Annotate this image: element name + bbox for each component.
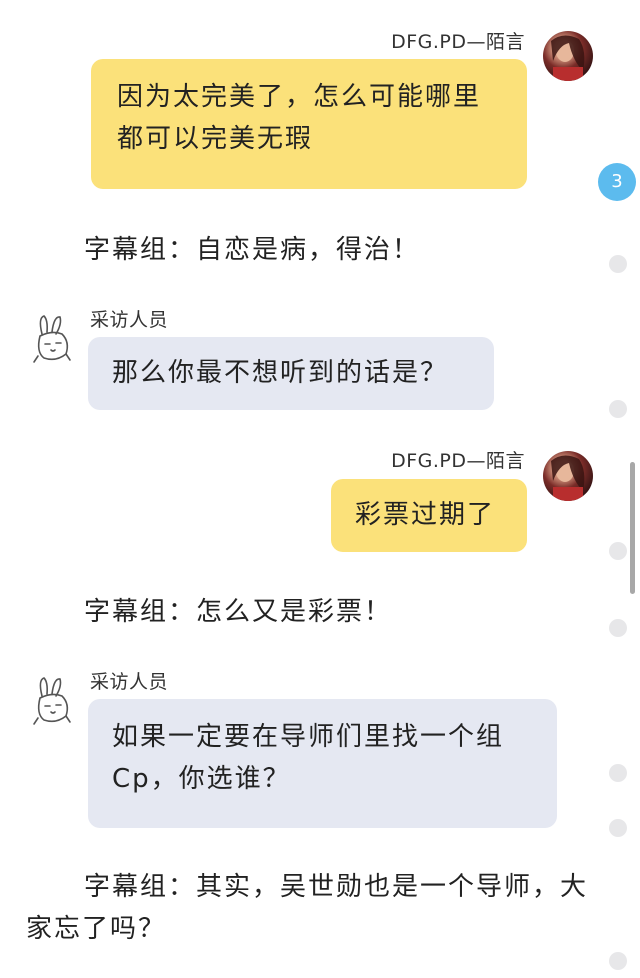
sender-name: DFG.PD—陌言 (391, 450, 525, 472)
scroll-marker-dot[interactable] (609, 542, 627, 560)
subtitle-text: 字幕组：自恋是病，得治！ (84, 235, 421, 265)
scroll-marker-dot[interactable] (609, 819, 627, 837)
message-text: 因为太完美了，怎么可能哪里都可以完美无瑕 (117, 82, 482, 154)
subtitle-text: 字幕组：其实，吴世勋也是一个导师，大家忘了吗？ (26, 872, 589, 944)
subtitle-text: 字幕组：怎么又是彩票！ (84, 597, 393, 627)
message-bubble[interactable]: 如果一定要在导师们里找一个组Cp，你选谁？ (88, 699, 557, 828)
message-bubble[interactable]: 那么你最不想听到的话是？ (88, 337, 494, 410)
user-avatar[interactable] (543, 31, 593, 81)
bunny-sticker-icon[interactable] (26, 674, 78, 726)
sender-name: 采访人员 (90, 309, 169, 331)
scroll-marker-dot[interactable] (609, 619, 627, 637)
scrollbar-thumb[interactable] (630, 462, 635, 594)
message-text: 如果一定要在导师们里找一个组Cp，你选谁？ (112, 722, 505, 794)
message-text: 那么你最不想听到的话是？ (112, 358, 449, 388)
scroll-marker-dot[interactable] (609, 255, 627, 273)
message-bubble[interactable]: 因为太完美了，怎么可能哪里都可以完美无瑕 (91, 59, 527, 189)
scroll-marker-dot[interactable] (609, 400, 627, 418)
message-text: 彩票过期了 (355, 500, 496, 530)
bunny-sticker-icon[interactable] (26, 312, 78, 364)
message-bubble[interactable]: 彩票过期了 (331, 479, 527, 552)
sender-name: DFG.PD—陌言 (391, 31, 525, 53)
user-avatar[interactable] (543, 451, 593, 501)
sender-name: 采访人员 (90, 671, 169, 693)
unread-count-badge[interactable]: 3 (598, 163, 636, 201)
scroll-marker-dot[interactable] (609, 952, 627, 970)
scroll-marker-dot[interactable] (609, 764, 627, 782)
